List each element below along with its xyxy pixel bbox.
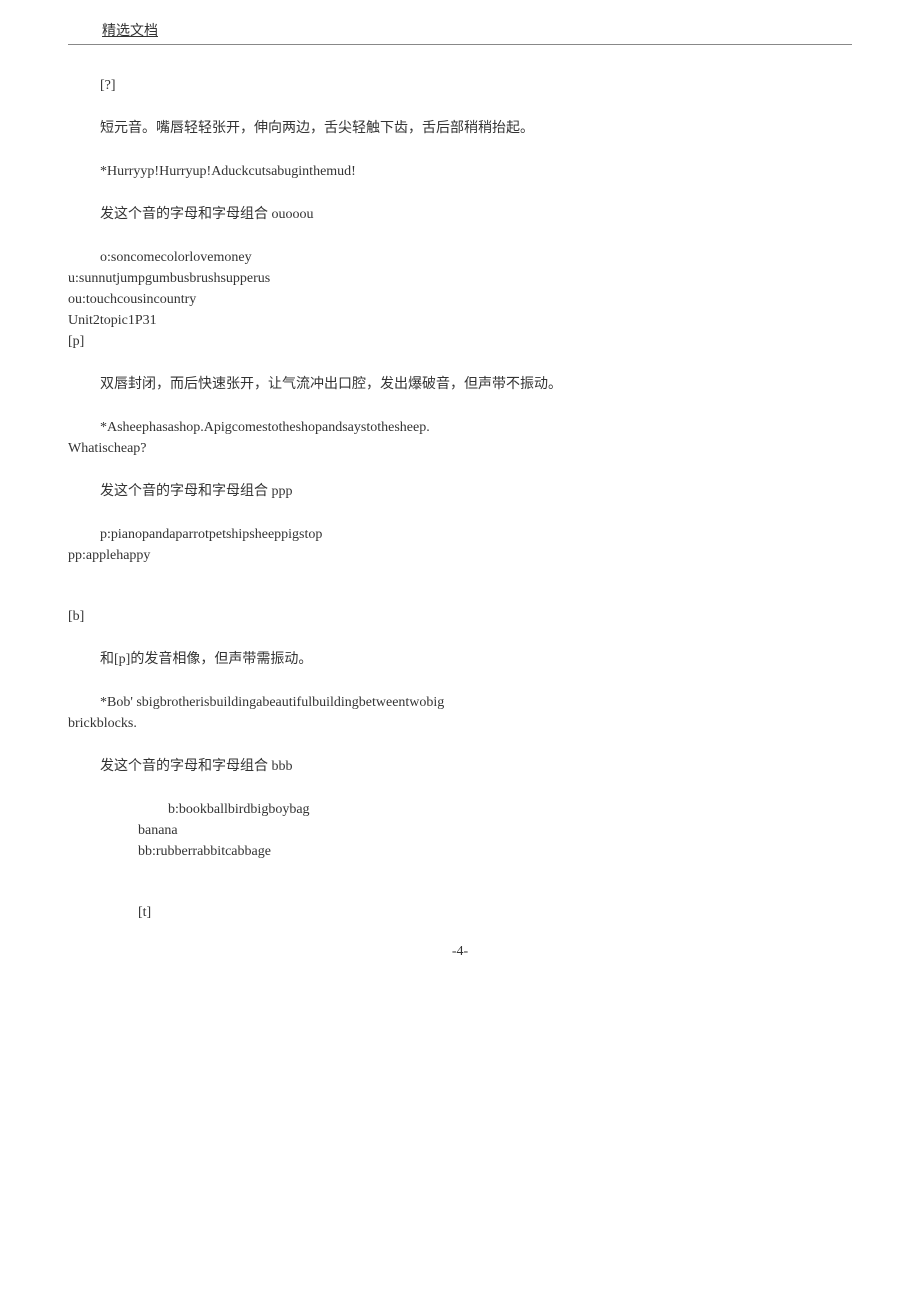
header-title: 精选文档 bbox=[68, 20, 852, 40]
word-examples-line: p:pianopandaparrotpetshipsheeppigstop bbox=[68, 524, 852, 545]
phoneme-description: 短元音。嘴唇轻轻张开，伸向两边，舌尖轻触下齿，舌后部稍稍抬起。 bbox=[68, 118, 852, 139]
page-container: 精选文档 [?] 短元音。嘴唇轻轻张开，伸向两边，舌尖轻触下齿，舌后部稍稍抬起。… bbox=[0, 0, 920, 992]
section-spacer bbox=[68, 588, 852, 606]
page-number: -4- bbox=[68, 941, 852, 962]
word-examples-line: ou:touchcousincountry bbox=[68, 289, 852, 310]
word-examples-line: u:sunnutjumpgumbusbrushsupperus bbox=[68, 268, 852, 289]
phoneme-symbol: [p] bbox=[68, 331, 852, 352]
word-examples-block: p:pianopandaparrotpetshipsheeppigstop pp… bbox=[68, 524, 852, 566]
letter-combo-heading: 发这个音的字母和字母组合 bbb bbox=[68, 756, 852, 777]
phoneme-description: 双唇封闭，而后快速张开，让气流冲出口腔，发出爆破音，但声带不振动。 bbox=[68, 374, 852, 395]
letter-combo-heading: 发这个音的字母和字母组合 ppp bbox=[68, 481, 852, 502]
letter-combo-heading: 发这个音的字母和字母组合 ouooou bbox=[68, 204, 852, 225]
word-examples-line: banana bbox=[68, 820, 852, 841]
example-sentence: *Hurryyp!Hurryup!Aduckcutsabuginthemud! bbox=[68, 161, 852, 182]
word-examples-block: o:soncomecolorlovemoney u:sunnutjumpgumb… bbox=[68, 247, 852, 352]
page-header: 精选文档 bbox=[68, 20, 852, 45]
example-sentence-line: *Asheephasashop.Apigcomestotheshopandsay… bbox=[68, 417, 852, 438]
phoneme-symbol: [b] bbox=[68, 606, 852, 627]
phoneme-description: 和[p]的发音相像，但声带需振动。 bbox=[68, 649, 852, 670]
word-examples-line: o:soncomecolorlovemoney bbox=[68, 247, 852, 268]
example-sentence-block: *Asheephasashop.Apigcomestotheshopandsay… bbox=[68, 417, 852, 459]
example-sentence-line: brickblocks. bbox=[68, 713, 852, 734]
word-examples-line: pp:applehappy bbox=[68, 545, 852, 566]
unit-reference: Unit2topic1P31 bbox=[68, 310, 852, 331]
phoneme-symbol: [?] bbox=[68, 75, 852, 96]
content-area: [?] 短元音。嘴唇轻轻张开，伸向两边，舌尖轻触下齿，舌后部稍稍抬起。 *Hur… bbox=[68, 75, 852, 962]
example-sentence-line: *Bob' sbigbrotherisbuildingabeautifulbui… bbox=[68, 692, 852, 713]
word-examples-line: b:bookballbirdbigboybag bbox=[68, 799, 852, 820]
word-examples-line: bb:rubberrabbitcabbage bbox=[68, 841, 852, 862]
example-sentence-line: Whatischeap? bbox=[68, 438, 852, 459]
phoneme-symbol: [t] bbox=[68, 902, 852, 923]
word-examples-block: b:bookballbirdbigboybag banana bb:rubber… bbox=[68, 799, 852, 862]
example-sentence-block: *Bob' sbigbrotherisbuildingabeautifulbui… bbox=[68, 692, 852, 734]
section-spacer bbox=[68, 884, 852, 902]
